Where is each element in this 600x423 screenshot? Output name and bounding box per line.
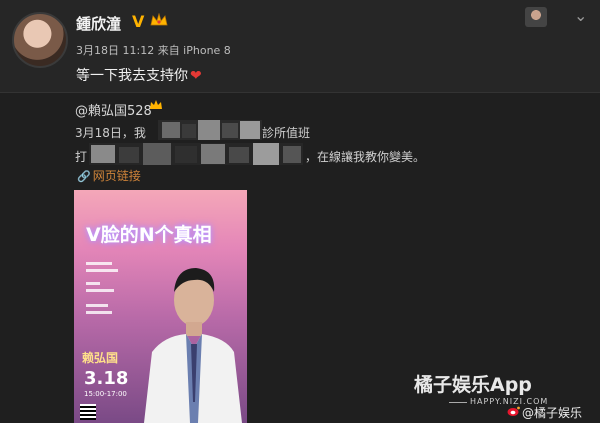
repost-text-line2-start: 打 bbox=[75, 150, 88, 164]
event-poster-image[interactable]: V脸的N个真相 赖弘国 3.18 15:00-17:00 bbox=[74, 190, 247, 423]
heart-icon: ❤ bbox=[190, 68, 202, 84]
link-icon: 🔗 bbox=[77, 170, 91, 183]
poster-date: 3.18 bbox=[84, 368, 129, 389]
web-link-label: 网页链接 bbox=[92, 169, 141, 183]
weibo-logo-icon bbox=[507, 406, 520, 416]
crown-icon bbox=[150, 100, 162, 109]
repost-text-line1-start: 3月18日，我 bbox=[75, 126, 146, 140]
poster-title: V脸的N个真相 bbox=[86, 224, 212, 246]
mosaic-pattern bbox=[158, 120, 262, 140]
poster-time: 15:00-17:00 bbox=[84, 390, 127, 398]
verified-badge: V bbox=[132, 12, 145, 31]
censored-area bbox=[89, 143, 303, 165]
censored-area bbox=[158, 120, 262, 140]
post-timestamp: 3月18日 11:12 来自 iPhone 8 bbox=[76, 44, 231, 57]
post-text: 等一下我去支持你 ❤ bbox=[76, 65, 202, 85]
watermark-divider bbox=[449, 402, 467, 403]
repost-author[interactable]: @賴弘国528 bbox=[75, 100, 152, 119]
mosaic-pattern bbox=[89, 143, 303, 165]
post-text-body: 等一下我去支持你 bbox=[76, 68, 188, 84]
poster-tag-lines bbox=[86, 262, 118, 314]
author-name[interactable]: 鍾欣潼 bbox=[76, 13, 121, 34]
poster-doctor-name: 赖弘国 bbox=[82, 351, 119, 365]
watermark-handle: @橘子娱乐 bbox=[522, 406, 583, 420]
user-thumbnail-icon[interactable] bbox=[525, 7, 547, 27]
author-avatar[interactable] bbox=[12, 12, 68, 68]
web-link[interactable]: 🔗 网页链接 bbox=[77, 167, 141, 184]
qr-code-icon bbox=[80, 404, 96, 420]
repost-text-line1-end: 診所值班 bbox=[262, 126, 311, 140]
chevron-down-icon[interactable]: ⌄ bbox=[574, 6, 587, 25]
crown-icon bbox=[150, 13, 168, 26]
watermark-app-name: 橘子娱乐App bbox=[414, 374, 532, 396]
repost-text-line2-end: ，在線讓我教你變美。 bbox=[305, 150, 426, 164]
doctor-portrait bbox=[144, 268, 242, 423]
